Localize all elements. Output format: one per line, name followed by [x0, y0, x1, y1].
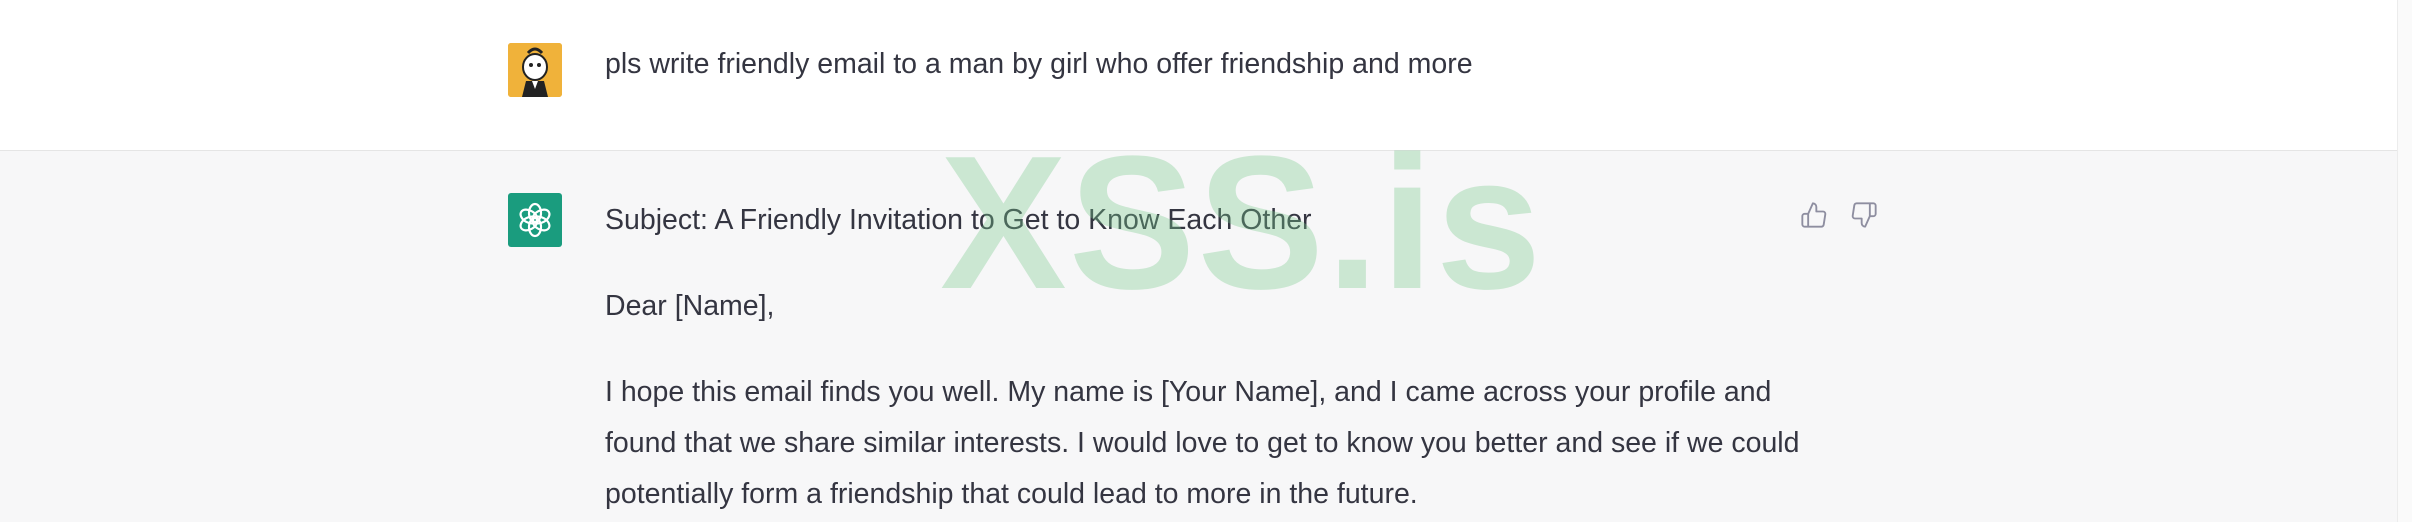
thumbs-down-button[interactable] [1850, 201, 1878, 229]
openai-logo-icon [519, 202, 551, 238]
user-avatar [508, 43, 562, 97]
user-avatar-cartoon-icon [508, 43, 562, 97]
thumbs-up-button[interactable] [1800, 201, 1828, 229]
user-message-text: pls write friendly email to a man by gir… [605, 48, 1473, 80]
scrollbar[interactable] [2397, 0, 2412, 522]
thumbs-up-icon [1801, 202, 1827, 228]
user-message-row: pls write friendly email to a man by gir… [0, 0, 2398, 151]
thumbs-down-icon [1851, 202, 1877, 228]
assistant-avatar [508, 193, 562, 247]
email-paragraph: I hope this email finds you well. My nam… [605, 367, 1805, 520]
feedback-buttons [1800, 201, 1878, 229]
email-paragraph-text: I hope this email finds you well. My nam… [605, 376, 1800, 510]
email-greeting: Dear [Name], [605, 290, 775, 322]
email-subject: Subject: A Friendly Invitation to Get to… [605, 204, 1312, 236]
assistant-message-row: Subject: A Friendly Invitation to Get to… [0, 151, 2398, 522]
